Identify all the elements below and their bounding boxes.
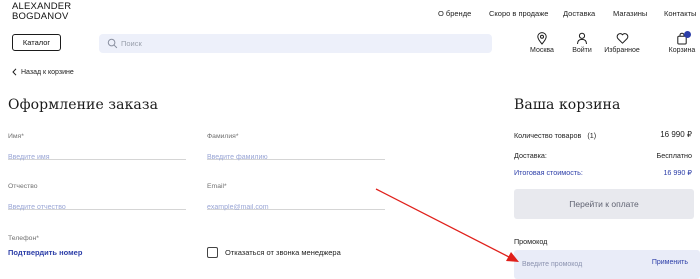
total-label: Итоговая стоимость: [514, 168, 583, 177]
items-label: Количество товаров [514, 131, 582, 140]
back-to-cart-link[interactable]: Назад к корзине [12, 68, 74, 76]
cart-label: Корзина [668, 47, 696, 54]
nav-contacts[interactable]: Контакты [664, 9, 696, 18]
brand-logo[interactable]: ALEXANDER BOGDANOV [12, 2, 71, 22]
favorites-button[interactable]: Избранное [604, 32, 640, 54]
first-name-input[interactable] [8, 151, 186, 164]
search-icon [107, 38, 118, 49]
login-label: Войти [572, 47, 592, 54]
promo-input[interactable] [522, 254, 642, 274]
patronymic-field[interactable] [8, 196, 186, 214]
promo-label: Промокод [514, 237, 548, 246]
last-name-input[interactable] [207, 151, 385, 164]
favorites-label: Избранное [604, 47, 640, 54]
items-count: (1) [587, 131, 597, 140]
items-price: 16 990 ₽ [660, 130, 692, 139]
patronymic-input[interactable] [8, 201, 186, 214]
catalog-button[interactable]: Каталог [12, 34, 61, 51]
back-link-label: Назад к корзине [21, 68, 74, 76]
login-button[interactable]: Войти [564, 32, 600, 54]
email-label: Email* [207, 183, 227, 190]
cart-title: Ваша корзина [514, 97, 621, 113]
nav-shops[interactable]: Магазины [613, 9, 647, 18]
last-name-label: Фамилия* [207, 133, 239, 140]
phone-label: Телефон* [8, 235, 39, 242]
cart-button[interactable]: Корзина [664, 31, 700, 54]
location-pin-icon [537, 32, 547, 45]
brand-line-2: BOGDANOV [12, 11, 69, 22]
patronymic-label: Отчество [8, 183, 38, 190]
last-name-field[interactable] [207, 146, 385, 164]
location-button[interactable]: Москва [524, 32, 560, 54]
location-label: Москва [530, 47, 554, 54]
first-name-field[interactable] [8, 146, 186, 164]
no-call-label: Отказаться от звонка менеджера [225, 248, 341, 257]
delivery-value: Бесплатно [656, 151, 693, 160]
search-bar[interactable] [99, 34, 492, 53]
search-input[interactable] [121, 34, 481, 53]
pay-button[interactable]: Перейти к оплате [514, 189, 694, 219]
heart-icon [616, 33, 628, 44]
delivery-label: Доставка: [514, 151, 547, 160]
promo-field[interactable]: Применить [514, 250, 700, 279]
confirm-phone-link[interactable]: Подтвердить номер [8, 248, 82, 257]
first-name-label: Имя* [8, 133, 24, 140]
chevron-left-icon [12, 68, 17, 76]
items-row: Количество товаров (1) [514, 131, 596, 140]
email-input[interactable] [207, 201, 385, 214]
user-icon [577, 32, 587, 45]
cart-badge [684, 31, 691, 38]
order-title: Оформление заказа [8, 97, 159, 113]
nav-about[interactable]: О бренде [438, 9, 471, 18]
no-call-checkbox[interactable] [207, 247, 218, 258]
email-field[interactable] [207, 196, 385, 214]
apply-promo-button[interactable]: Применить [652, 259, 688, 266]
nav-soon[interactable]: Скоро в продаже [489, 9, 548, 18]
total-value: 16 990 ₽ [663, 168, 692, 177]
nav-delivery[interactable]: Доставка [563, 9, 595, 18]
